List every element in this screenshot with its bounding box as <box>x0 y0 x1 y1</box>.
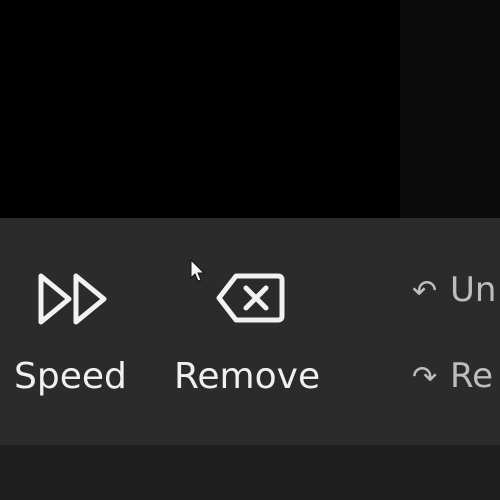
redo-button[interactable]: ↷ Re <box>412 356 493 396</box>
backspace-icon <box>216 272 286 328</box>
undo-label: Un <box>450 270 497 310</box>
redo-icon: ↷ <box>412 360 438 395</box>
remove-button[interactable]: Remove <box>160 218 340 445</box>
speed-button[interactable]: Speed <box>0 218 150 445</box>
video-preview <box>0 0 400 218</box>
undo-icon: ↶ <box>412 274 438 309</box>
undo-button[interactable]: ↶ Un <box>412 270 496 310</box>
editing-toolbar: Speed Remove ↶ Un ↷ Re <box>0 218 500 445</box>
redo-label: Re <box>450 356 494 396</box>
side-panel <box>400 0 500 218</box>
speed-label: Speed <box>14 356 127 397</box>
mouse-cursor-icon <box>190 258 206 287</box>
fast-forward-icon <box>36 272 112 330</box>
remove-label: Remove <box>174 356 321 397</box>
bottom-bar <box>0 445 500 500</box>
